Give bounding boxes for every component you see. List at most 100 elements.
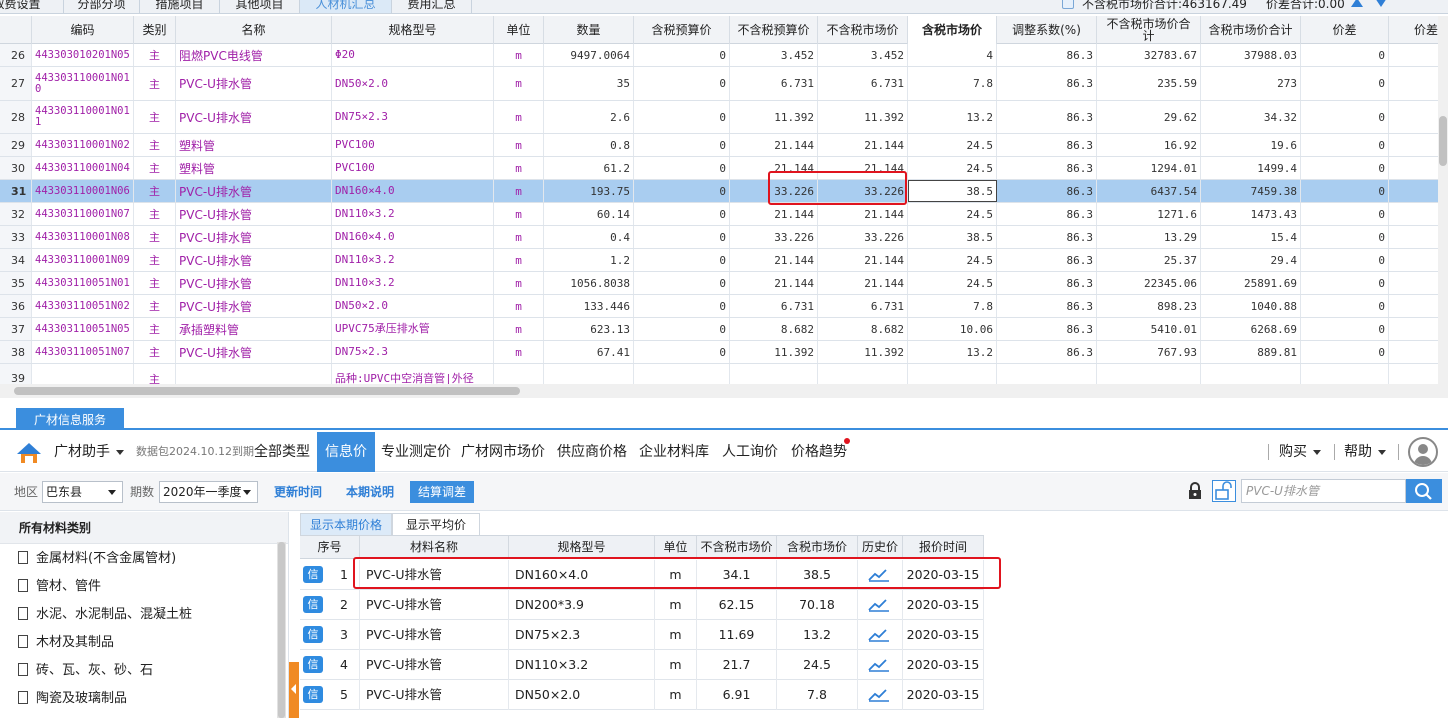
table-row[interactable]: 32 443303110001N07 主 PVC-U排水管 DN110×3.2 m 60.1… (0, 203, 1438, 226)
table-row[interactable]: 信 2 PVC-U排水管 DN200*3.9 m 62.15 70.18 2020-03-15 (300, 590, 984, 620)
coef-cell[interactable]: 86.3 (997, 44, 1097, 66)
col-spec[interactable]: 规格型号 (332, 16, 494, 44)
coef-cell[interactable]: 86.3 (997, 67, 1097, 100)
filter-professional-price[interactable]: 专业测定价 (381, 432, 451, 472)
filter-all-types[interactable]: 全部类型 (254, 432, 310, 472)
coef-cell[interactable]: 86.3 (997, 180, 1097, 202)
coef-cell[interactable]: 86.3 (997, 318, 1097, 340)
tab-fee-settings[interactable]: 取费设置 (0, 0, 64, 13)
col-qty[interactable]: 数量 (544, 16, 634, 44)
tab-average-price[interactable]: 显示平均价 (392, 513, 480, 535)
trend-chart-icon[interactable] (868, 658, 890, 672)
table-row[interactable]: 26 443303010201N05 主阻燃PVC电线管 Φ20 m 9497.0064 0… (0, 44, 1438, 67)
table-row[interactable]: 36 443303110051N02 主 PVC-U排水管 DN50×2.0 m 133.4… (0, 295, 1438, 318)
grid-vertical-scrollbar[interactable] (1438, 16, 1448, 384)
tax-market-cell[interactable]: 13.2 (908, 341, 997, 363)
tax-market-cell[interactable]: 38.5 (908, 226, 997, 248)
tab-cost-summary[interactable]: 费用汇总 (392, 0, 472, 13)
collapse-panel-handle[interactable] (289, 662, 299, 718)
tab-current-price[interactable]: 显示本期价格 (300, 513, 392, 535)
tax-market-cell[interactable]: 24.5 (908, 272, 997, 294)
col-coef[interactable]: 调整系数(%) (997, 16, 1097, 44)
tab-labor-material-summary[interactable]: 人材机汇总 (300, 0, 392, 13)
table-row[interactable]: 29 443303110001N02 主塑料管 PVC100 m 0.8 0 21.144 21… (0, 134, 1438, 157)
filter-gc-market-price[interactable]: 广材网市场价 (461, 432, 545, 472)
tab-other-items[interactable]: 其他项目 (220, 0, 300, 13)
coef-cell[interactable]: 86.3 (997, 226, 1097, 248)
category-item[interactable]: 管材、管件 (18, 573, 101, 601)
coef-cell[interactable]: 86.3 (997, 157, 1097, 179)
tax-market-cell[interactable]: 24.5 (908, 203, 997, 225)
coef-cell[interactable]: 86.3 (997, 203, 1097, 225)
category-item[interactable]: 陶瓷及玻璃制品 (18, 685, 127, 713)
tax-market-cell[interactable]: 24.5 (908, 249, 997, 271)
region-select[interactable]: 巴东县 (42, 481, 123, 503)
trend-chart-icon[interactable] (868, 688, 890, 702)
table-row-selected[interactable]: 31 443303110001N06 主 PVC-U排水管 DN160×4.0 m 193.… (0, 180, 1438, 203)
col-code[interactable]: 编码 (32, 16, 134, 44)
filter-price-trend[interactable]: 价格趋势 (791, 432, 847, 472)
period-note-link[interactable]: 本期说明 (346, 482, 394, 502)
tax-market-cell[interactable]: 10.06 (908, 318, 997, 340)
coef-cell[interactable] (997, 364, 1097, 384)
table-row[interactable]: 信 1 PVC-U排水管 DN160×4.0 m 34.1 38.5 2020-03-15 (300, 560, 984, 590)
filter-enterprise-library[interactable]: 企业材料库 (639, 432, 709, 472)
grid-horizontal-scrollbar[interactable] (0, 384, 1448, 398)
tax-market-cell[interactable]: 13.2 (908, 101, 997, 133)
tax-market-cell[interactable]: 4 (908, 44, 997, 66)
table-row[interactable]: 34 443303110001N09 主 PVC-U排水管 DN110×3.2 m 1.2 0… (0, 249, 1438, 272)
search-icon[interactable] (1406, 479, 1442, 503)
assistant-menu[interactable]: 广材助手 (54, 432, 124, 472)
coef-cell[interactable]: 86.3 (997, 341, 1097, 363)
col-unit[interactable]: 单位 (494, 16, 544, 44)
col-tax-total[interactable]: 含税市场价合计 (1201, 16, 1301, 44)
period-select[interactable]: 2020年一季度 (159, 481, 258, 503)
coef-cell[interactable]: 86.3 (997, 101, 1097, 133)
unlock-icon[interactable] (1212, 480, 1236, 502)
tax-market-cell[interactable]: 7.8 (908, 295, 997, 317)
coef-cell[interactable]: 86.3 (997, 295, 1097, 317)
category-item[interactable]: 木材及其制品 (18, 629, 114, 657)
trend-chart-icon[interactable] (868, 628, 890, 642)
price-history-cell[interactable] (858, 680, 903, 710)
tab-measures[interactable]: 措施项目 (140, 0, 220, 13)
coef-cell[interactable]: 86.3 (997, 249, 1097, 271)
col-diff[interactable]: 价差 (1301, 16, 1389, 44)
grid-vertical-scroll-thumb[interactable] (1439, 116, 1447, 166)
move-down-icon[interactable] (1375, 0, 1387, 7)
tax-market-cell[interactable]: 7.8 (908, 67, 997, 100)
table-row[interactable]: 30 443303110001N04 主塑料管 PVC100 m 61.2 0 21.144 2… (0, 157, 1438, 180)
table-row[interactable]: 35 443303110051N01 主 PVC-U排水管 DN110×3.2 m 1056… (0, 272, 1438, 295)
filter-manual-inquiry[interactable]: 人工询价 (722, 432, 778, 472)
tax-market-cell[interactable]: 24.5 (908, 134, 997, 156)
move-up-icon[interactable] (1351, 0, 1363, 7)
lock-icon[interactable] (1187, 482, 1203, 500)
price-history-cell[interactable] (858, 560, 903, 590)
filter-supplier-price[interactable]: 供应商价格 (557, 432, 627, 472)
col-notax-total[interactable]: 不含税市场价合计 (1097, 16, 1201, 44)
col-tax-budget[interactable]: 含税预算价 (634, 16, 730, 44)
help-menu[interactable]: 帮助 (1344, 432, 1386, 472)
tab-gc-info-service[interactable]: 广材信息服务 (16, 408, 124, 430)
category-scroll-thumb[interactable] (278, 542, 285, 718)
search-input[interactable]: PVC-U排水管 (1241, 479, 1406, 503)
update-time-link[interactable]: 更新时间 (274, 482, 322, 502)
coef-cell[interactable]: 86.3 (997, 134, 1097, 156)
table-row[interactable]: 33 443303110001N08 主 PVC-U排水管 DN160×4.0 m 0.4 0… (0, 226, 1438, 249)
filter-info-price[interactable]: 信息价 (317, 432, 375, 472)
table-row[interactable]: 信 5 PVC-U排水管 DN50×2.0 m 6.91 7.8 2020-03-15 (300, 680, 984, 710)
col-name[interactable]: 名称 (176, 16, 332, 44)
col-tax-market[interactable]: 含税市场价 (908, 16, 997, 44)
category-item[interactable]: 砖、瓦、灰、砂、石 (18, 657, 153, 685)
tax-market-cell[interactable]: 24.5 (908, 157, 997, 179)
col-category[interactable]: 类别 (134, 16, 176, 44)
col-notax-market[interactable]: 不含税市场价 (818, 16, 908, 44)
grid-horizontal-scroll-thumb[interactable] (14, 387, 520, 395)
table-row[interactable]: 信 4 PVC-U排水管 DN110×3.2 m 21.7 24.5 2020-03-15 (300, 650, 984, 680)
price-history-cell[interactable] (858, 590, 903, 620)
buy-menu[interactable]: 购买 (1279, 432, 1321, 472)
table-row[interactable]: 38 443303110051N07 主 PVC-U排水管 DN75×2.3 m 67.41… (0, 341, 1438, 364)
category-item[interactable]: 金属材料(不含金属管材) (18, 545, 176, 573)
col-notax-budget[interactable]: 不含税预算价 (730, 16, 818, 44)
settle-adjust-button[interactable]: 结算调差 (410, 481, 474, 503)
